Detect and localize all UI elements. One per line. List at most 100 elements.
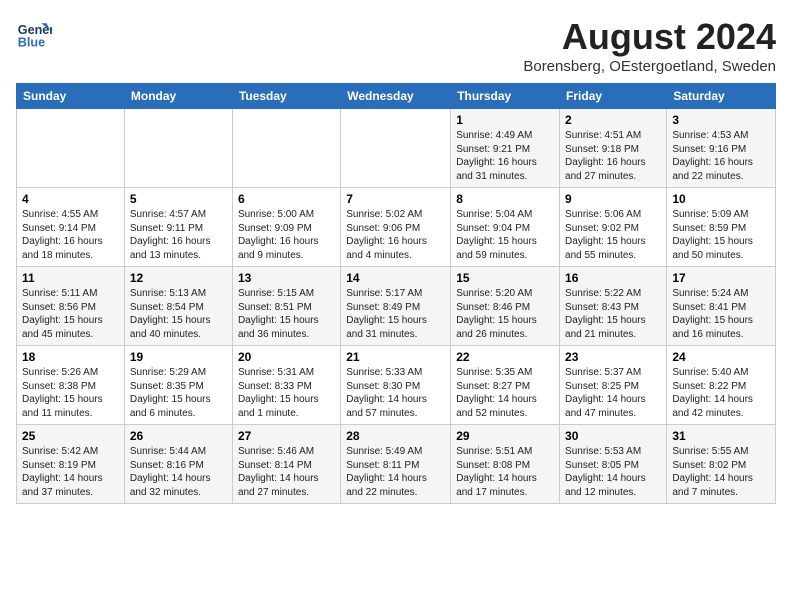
day-number: 13 <box>238 271 335 285</box>
calendar-cell: 30 Sunrise: 5:53 AMSunset: 8:05 PMDayligh… <box>560 425 667 504</box>
day-number: 25 <box>22 429 119 443</box>
calendar-cell: 11Sunrise: 5:11 AMSunset: 8:56 PMDayligh… <box>17 267 125 346</box>
calendar-cell: 29 Sunrise: 5:51 AMSunset: 8:08 PMDayligh… <box>451 425 560 504</box>
day-info: Sunrise: 5:13 AMSunset: 8:54 PMDaylight:… <box>130 287 227 341</box>
calendar-cell <box>124 109 232 188</box>
day-info: Sunrise: 5:15 AMSunset: 8:51 PMDaylight:… <box>238 287 335 341</box>
calendar-cell: 3 Sunrise: 4:53 AMSunset: 9:16 PMDaylight… <box>667 109 776 188</box>
day-info: Sunrise: 5:55 AMSunset: 8:02 PMDaylight:… <box>672 445 770 499</box>
day-info: Sunrise: 4:53 AMSunset: 9:16 PMDaylight:… <box>672 129 770 183</box>
calendar-cell <box>232 109 340 188</box>
day-number: 20 <box>238 350 335 364</box>
day-number: 28 <box>346 429 445 443</box>
calendar-cell: 21Sunrise: 5:33 AMSunset: 8:30 PMDayligh… <box>341 346 451 425</box>
calendar-week-row: 4Sunrise: 4:55 AMSunset: 9:14 PMDaylight… <box>17 188 776 267</box>
day-info: Sunrise: 5:04 AMSunset: 9:04 PMDaylight:… <box>456 208 554 262</box>
day-info: Sunrise: 5:49 AMSunset: 8:11 PMDaylight:… <box>346 445 445 499</box>
calendar-cell: 17 Sunrise: 5:24 AMSunset: 8:41 PMDayligh… <box>667 267 776 346</box>
calendar-cell: 20 Sunrise: 5:31 AMSunset: 8:33 PMDayligh… <box>232 346 340 425</box>
logo-icon: General Blue <box>16 16 52 52</box>
calendar-week-row: 1 Sunrise: 4:49 AMSunset: 9:21 PMDaylight… <box>17 109 776 188</box>
day-info: Sunrise: 5:22 AMSunset: 8:43 PMDaylight:… <box>565 287 661 341</box>
day-info: Sunrise: 5:17 AMSunset: 8:49 PMDaylight:… <box>346 287 445 341</box>
day-number: 2 <box>565 113 661 127</box>
day-info: Sunrise: 5:33 AMSunset: 8:30 PMDaylight:… <box>346 366 445 420</box>
day-number: 26 <box>130 429 227 443</box>
day-number: 18 <box>22 350 119 364</box>
day-info: Sunrise: 5:31 AMSunset: 8:33 PMDaylight:… <box>238 366 335 420</box>
weekday-header: Tuesday <box>232 84 340 109</box>
logo: General Blue <box>16 16 52 52</box>
calendar-cell: 5 Sunrise: 4:57 AMSunset: 9:11 PMDaylight… <box>124 188 232 267</box>
calendar-cell: 7Sunrise: 5:02 AMSunset: 9:06 PMDaylight… <box>341 188 451 267</box>
day-number: 11 <box>22 271 119 285</box>
calendar-cell: 26 Sunrise: 5:44 AMSunset: 8:16 PMDayligh… <box>124 425 232 504</box>
weekday-header: Friday <box>560 84 667 109</box>
day-number: 5 <box>130 192 227 206</box>
day-info: Sunrise: 5:44 AMSunset: 8:16 PMDaylight:… <box>130 445 227 499</box>
calendar-cell: 31Sunrise: 5:55 AMSunset: 8:02 PMDayligh… <box>667 425 776 504</box>
weekday-header: Thursday <box>451 84 560 109</box>
day-info: Sunrise: 4:51 AMSunset: 9:18 PMDaylight:… <box>565 129 661 183</box>
day-number: 12 <box>130 271 227 285</box>
calendar-cell: 16 Sunrise: 5:22 AMSunset: 8:43 PMDayligh… <box>560 267 667 346</box>
calendar-cell: 18 Sunrise: 5:26 AMSunset: 8:38 PMDayligh… <box>17 346 125 425</box>
day-info: Sunrise: 5:51 AMSunset: 8:08 PMDaylight:… <box>456 445 554 499</box>
day-info: Sunrise: 5:40 AMSunset: 8:22 PMDaylight:… <box>672 366 770 420</box>
day-number: 9 <box>565 192 661 206</box>
calendar-cell: 13 Sunrise: 5:15 AMSunset: 8:51 PMDayligh… <box>232 267 340 346</box>
calendar-cell: 14Sunrise: 5:17 AMSunset: 8:49 PMDayligh… <box>341 267 451 346</box>
day-number: 19 <box>130 350 227 364</box>
weekday-header: Wednesday <box>341 84 451 109</box>
calendar-cell: 27 Sunrise: 5:46 AMSunset: 8:14 PMDayligh… <box>232 425 340 504</box>
day-info: Sunrise: 5:53 AMSunset: 8:05 PMDaylight:… <box>565 445 661 499</box>
weekday-header-row: SundayMondayTuesdayWednesdayThursdayFrid… <box>17 84 776 109</box>
svg-text:Blue: Blue <box>18 36 45 50</box>
day-number: 27 <box>238 429 335 443</box>
day-info: Sunrise: 5:26 AMSunset: 8:38 PMDaylight:… <box>22 366 119 420</box>
day-number: 15 <box>456 271 554 285</box>
title-area: August 2024 Borensberg, OEstergoetland, … <box>523 16 776 75</box>
day-number: 3 <box>672 113 770 127</box>
weekday-header: Sunday <box>17 84 125 109</box>
day-info: Sunrise: 5:24 AMSunset: 8:41 PMDaylight:… <box>672 287 770 341</box>
day-number: 1 <box>456 113 554 127</box>
day-number: 10 <box>672 192 770 206</box>
calendar-title: August 2024 <box>523 16 776 58</box>
day-number: 23 <box>565 350 661 364</box>
day-info: Sunrise: 5:29 AMSunset: 8:35 PMDaylight:… <box>130 366 227 420</box>
calendar-cell: 25Sunrise: 5:42 AMSunset: 8:19 PMDayligh… <box>17 425 125 504</box>
day-info: Sunrise: 4:49 AMSunset: 9:21 PMDaylight:… <box>456 129 554 183</box>
day-info: Sunrise: 5:09 AMSunset: 8:59 PMDaylight:… <box>672 208 770 262</box>
calendar-cell: 2 Sunrise: 4:51 AMSunset: 9:18 PMDaylight… <box>560 109 667 188</box>
day-number: 8 <box>456 192 554 206</box>
calendar-subtitle: Borensberg, OEstergoetland, Sweden <box>523 58 776 75</box>
calendar-cell: 4Sunrise: 4:55 AMSunset: 9:14 PMDaylight… <box>17 188 125 267</box>
day-number: 17 <box>672 271 770 285</box>
day-number: 4 <box>22 192 119 206</box>
day-number: 30 <box>565 429 661 443</box>
page-header: General Blue August 2024 Borensberg, OEs… <box>16 16 776 75</box>
day-info: Sunrise: 4:57 AMSunset: 9:11 PMDaylight:… <box>130 208 227 262</box>
calendar-cell: 9 Sunrise: 5:06 AMSunset: 9:02 PMDaylight… <box>560 188 667 267</box>
day-number: 29 <box>456 429 554 443</box>
weekday-header: Saturday <box>667 84 776 109</box>
calendar-cell: 15 Sunrise: 5:20 AMSunset: 8:46 PMDayligh… <box>451 267 560 346</box>
day-number: 7 <box>346 192 445 206</box>
calendar-cell <box>17 109 125 188</box>
calendar-cell: 10 Sunrise: 5:09 AMSunset: 8:59 PMDayligh… <box>667 188 776 267</box>
day-number: 24 <box>672 350 770 364</box>
day-number: 16 <box>565 271 661 285</box>
day-info: Sunrise: 5:06 AMSunset: 9:02 PMDaylight:… <box>565 208 661 262</box>
calendar-cell: 22Sunrise: 5:35 AMSunset: 8:27 PMDayligh… <box>451 346 560 425</box>
calendar-week-row: 11Sunrise: 5:11 AMSunset: 8:56 PMDayligh… <box>17 267 776 346</box>
day-info: Sunrise: 5:35 AMSunset: 8:27 PMDaylight:… <box>456 366 554 420</box>
day-info: Sunrise: 5:00 AMSunset: 9:09 PMDaylight:… <box>238 208 335 262</box>
weekday-header: Monday <box>124 84 232 109</box>
calendar-week-row: 25Sunrise: 5:42 AMSunset: 8:19 PMDayligh… <box>17 425 776 504</box>
calendar-cell: 28 Sunrise: 5:49 AMSunset: 8:11 PMDayligh… <box>341 425 451 504</box>
day-info: Sunrise: 5:46 AMSunset: 8:14 PMDaylight:… <box>238 445 335 499</box>
day-info: Sunrise: 5:20 AMSunset: 8:46 PMDaylight:… <box>456 287 554 341</box>
calendar-cell: 24 Sunrise: 5:40 AMSunset: 8:22 PMDayligh… <box>667 346 776 425</box>
day-number: 6 <box>238 192 335 206</box>
